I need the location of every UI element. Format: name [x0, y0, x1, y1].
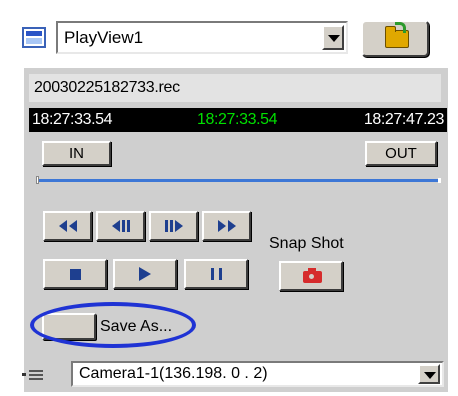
fast-forward-icon — [204, 213, 249, 239]
folder-open-icon — [385, 22, 409, 48]
chevron-down-icon[interactable] — [418, 364, 440, 384]
end-time: 18:27:47.23 — [363, 111, 445, 128]
camera-list-icon — [22, 369, 44, 382]
current-time: 18:27:33.54 — [197, 111, 278, 128]
camera-select[interactable]: Camera1-1(136.198. 0 . 2) — [71, 361, 444, 387]
step-back-icon — [98, 213, 143, 239]
slider-end-mark — [438, 178, 441, 183]
rewind-icon — [45, 213, 90, 239]
camera-icon — [303, 268, 322, 283]
highlight-ellipse — [30, 302, 196, 348]
view-select[interactable]: PlayView1 — [56, 21, 348, 54]
in-button[interactable]: IN — [42, 141, 111, 166]
out-button[interactable]: OUT — [365, 141, 437, 166]
view-select-value: PlayView1 — [64, 28, 144, 47]
snapshot-label: Snap Shot — [269, 235, 344, 252]
start-time: 18:27:33.54 — [32, 111, 113, 128]
in-button-label: IN — [69, 145, 84, 162]
rewind-button[interactable] — [43, 211, 92, 241]
camera-select-value: Camera1-1(136.198. 0 . 2) — [79, 365, 268, 382]
slider-track — [39, 179, 438, 182]
snapshot-button[interactable] — [279, 261, 343, 291]
stop-button[interactable] — [43, 259, 107, 289]
play-icon — [115, 261, 175, 287]
step-forward-icon — [151, 213, 196, 239]
play-button[interactable] — [113, 259, 177, 289]
stop-icon — [45, 261, 105, 287]
file-name: 20030225182733.rec — [34, 79, 180, 96]
window-icon — [22, 27, 46, 48]
open-file-button[interactable] — [361, 20, 429, 57]
pause-button[interactable] — [184, 259, 248, 289]
file-name-field: 20030225182733.rec — [29, 74, 441, 102]
fast-forward-button[interactable] — [202, 211, 251, 241]
chevron-down-icon[interactable] — [322, 25, 344, 50]
slider-thumb[interactable] — [36, 176, 39, 184]
out-button-label: OUT — [385, 145, 417, 162]
playback-slider[interactable] — [36, 176, 441, 184]
step-forward-button[interactable] — [149, 211, 198, 241]
pause-icon — [186, 261, 246, 287]
playview-panel: PlayView1 20030225182733.rec 18:27:33.54… — [0, 0, 458, 396]
time-display: 18:27:33.54 18:27:33.54 18:27:47.23 — [29, 108, 447, 132]
step-back-button[interactable] — [96, 211, 145, 241]
